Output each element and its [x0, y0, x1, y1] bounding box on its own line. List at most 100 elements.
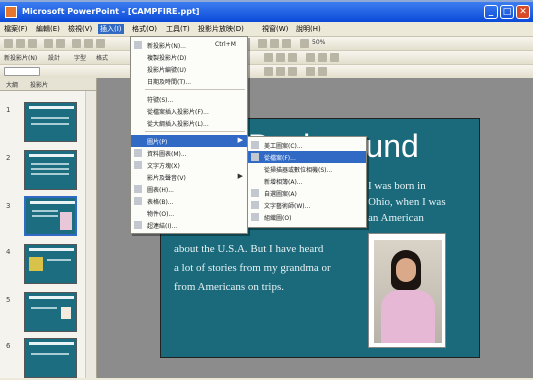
menu-slideshow[interactable]: 投影片放映(D) — [198, 24, 244, 34]
slide-thumbnail-4[interactable] — [24, 244, 77, 284]
slide-body-line[interactable]: an American — [368, 212, 424, 224]
thumb-title-line — [29, 106, 74, 109]
slide-thumbnail-2[interactable] — [24, 150, 77, 190]
copy-icon[interactable] — [84, 39, 93, 48]
chart-icon[interactable] — [270, 39, 279, 48]
align-center-icon[interactable] — [318, 53, 327, 62]
menu-item-table[interactable]: 表格(B)... — [131, 195, 247, 207]
menu-item-diagram[interactable]: 資料圖表(M)... — [131, 147, 247, 159]
new-slide-button[interactable]: 新投影片(N) — [4, 53, 37, 62]
slide-thumbnail-6[interactable] — [24, 338, 77, 378]
slide-number: 5 — [6, 296, 11, 304]
cut-icon[interactable] — [72, 39, 81, 48]
slide-number: 4 — [6, 248, 11, 256]
menu-item-chart[interactable]: 圖表(H)... — [131, 183, 247, 195]
slide-photo[interactable] — [368, 233, 446, 348]
menu-item-org-chart[interactable]: 組織圖(O) — [248, 211, 366, 223]
menu-item-movies-sounds[interactable]: 影片及聲音(V) ▶ — [131, 171, 247, 183]
outdent-icon[interactable] — [318, 67, 327, 76]
slide-body-line[interactable]: I was born in — [368, 180, 426, 192]
slide-thumbnail-5[interactable] — [24, 292, 77, 332]
zoom-icon[interactable] — [300, 39, 309, 48]
slide-body-line[interactable]: from Americans on trips. — [174, 281, 284, 293]
print-icon[interactable] — [44, 39, 53, 48]
slide-body-line[interactable]: Ohio, when I was — [368, 196, 446, 208]
bold-icon[interactable] — [264, 53, 273, 62]
slide-thumbnail-1[interactable] — [24, 102, 77, 142]
menu-edit[interactable]: 編輯(E) — [36, 24, 60, 34]
menu-item-text-box[interactable]: 文字方塊(X) — [131, 159, 247, 171]
maximize-button[interactable]: □ — [500, 5, 514, 19]
menu-item-label: 符號(S)... — [147, 97, 174, 104]
menu-item-wordart[interactable]: 文字藝術師(W)... — [248, 199, 366, 211]
photo-person-face — [396, 258, 416, 282]
menu-help[interactable]: 說明(H) — [296, 24, 321, 34]
menu-insert[interactable]: 插入(I) — [98, 24, 124, 34]
design-button[interactable]: 設計 — [48, 53, 60, 62]
menu-item-label: 美工圖案(C)... — [264, 143, 303, 150]
menu-file[interactable]: 檔案(F) — [4, 24, 28, 34]
menu-item-clip-art[interactable]: 美工圖案(C)... — [248, 139, 366, 151]
menu-item-from-scanner[interactable]: 從掃描器或數位相機(S)... — [248, 163, 366, 175]
menu-separator — [145, 131, 245, 132]
text-box-icon — [134, 161, 142, 169]
chart-icon — [134, 185, 142, 193]
menu-tools[interactable]: 工具(T) — [166, 24, 190, 34]
menu-item-symbol[interactable]: 符號(S)... — [131, 93, 247, 105]
save-icon[interactable] — [28, 39, 37, 48]
menu-format[interactable]: 格式(O) — [132, 24, 157, 34]
numbering-icon[interactable] — [288, 67, 297, 76]
grid-icon[interactable] — [282, 39, 291, 48]
underline-icon[interactable] — [288, 53, 297, 62]
insert-menu: 新投影片(N)... Ctrl+M 複製投影片(D) 投影片編號(U) 日期及時間… — [130, 36, 248, 234]
menu-item-hyperlink[interactable]: 超連結(I)... — [131, 219, 247, 231]
submenu-arrow-icon: ▶ — [237, 172, 243, 180]
menu-item-new-slide[interactable]: 新投影片(N)... Ctrl+M — [131, 39, 247, 51]
formatting-toolbar: 新投影片(N) 設計 字型 格式 — [0, 51, 533, 65]
menu-item-label: 從大綱插入投影片(L)... — [147, 121, 209, 128]
menu-item-new-album[interactable]: 新增相簿(A)... — [248, 175, 366, 187]
minimize-button[interactable]: _ — [484, 5, 498, 19]
menu-item-date-time[interactable]: 日期及時間(T)... — [131, 75, 247, 87]
slide-number: 6 — [6, 342, 11, 350]
slide-body-line[interactable]: a lot of stories from my grandma or — [174, 262, 331, 274]
align-left-icon[interactable] — [306, 53, 315, 62]
menu-item-autoshapes[interactable]: 自選圖案(A) — [248, 187, 366, 199]
slide-thumbnail-3[interactable] — [24, 196, 77, 236]
menu-window[interactable]: 視窗(W) — [262, 24, 288, 34]
zoom-value[interactable]: 50% — [312, 39, 325, 46]
font-button[interactable]: 字型 — [74, 53, 86, 62]
format-button[interactable]: 格式 — [96, 53, 108, 62]
menu-item-duplicate-slide[interactable]: 複製投影片(D) — [131, 51, 247, 63]
menu-item-picture[interactable]: 圖片(P) ▶ — [131, 135, 247, 147]
menu-item-from-file[interactable]: 從檔案(F)... — [248, 151, 366, 163]
thumb-line — [31, 173, 69, 175]
thumb-line — [32, 215, 58, 217]
thumb-line — [31, 168, 69, 170]
menu-item-label: 物件(O)... — [147, 211, 175, 218]
close-button[interactable]: ✕ — [516, 5, 530, 19]
preview-icon[interactable] — [56, 39, 65, 48]
menu-item-slides-from-outline[interactable]: 從大綱插入投影片(L)... — [131, 117, 247, 129]
menu-item-slide-number[interactable]: 投影片編號(U) — [131, 63, 247, 75]
table-icon[interactable] — [258, 39, 267, 48]
open-icon[interactable] — [16, 39, 25, 48]
pane-scrollbar[interactable] — [85, 91, 96, 378]
tab-slides[interactable]: 投影片 — [30, 80, 48, 89]
paste-icon[interactable] — [96, 39, 105, 48]
bullets-icon[interactable] — [276, 67, 285, 76]
align-right-icon[interactable] — [330, 53, 339, 62]
font-color-icon[interactable] — [264, 67, 273, 76]
tab-outline[interactable]: 大綱 — [6, 80, 18, 89]
menu-item-object[interactable]: 物件(O)... — [131, 207, 247, 219]
new-slide-icon — [134, 41, 142, 49]
slide-number: 3 — [6, 202, 11, 210]
menu-view[interactable]: 檢視(V) — [68, 24, 92, 34]
indent-icon[interactable] — [306, 67, 315, 76]
new-icon[interactable] — [4, 39, 13, 48]
slide-body-line[interactable]: about the U.S.A. But I have heard — [174, 243, 323, 255]
italic-icon[interactable] — [276, 53, 285, 62]
font-size-field[interactable] — [4, 67, 40, 76]
menu-item-label: 從檔案插入投影片(F)... — [147, 109, 209, 116]
menu-item-slides-from-file[interactable]: 從檔案插入投影片(F)... — [131, 105, 247, 117]
